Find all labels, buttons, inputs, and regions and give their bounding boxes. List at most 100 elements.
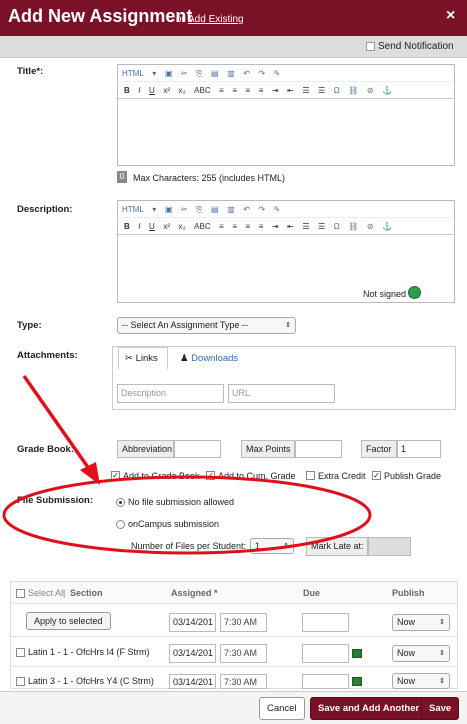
italic-icon[interactable]: I xyxy=(138,218,140,235)
select-all-label[interactable]: Select All xyxy=(28,588,65,598)
tab-downloads[interactable]: ♟ Downloads xyxy=(180,353,238,364)
unlink-icon[interactable]: ⊘ xyxy=(367,218,374,235)
row-checkbox[interactable] xyxy=(16,677,25,686)
justify-icon[interactable]: ≡ xyxy=(259,82,264,99)
select-all-checkbox[interactable] xyxy=(16,589,25,598)
format-icon[interactable]: ▾ xyxy=(152,65,156,82)
subscript-icon[interactable]: x₂ xyxy=(179,82,186,99)
edit-icon[interactable]: ✎ xyxy=(274,201,281,218)
send-notification-checkbox[interactable] xyxy=(366,42,375,51)
number-list-icon[interactable]: ☰ xyxy=(318,218,325,235)
indent-icon[interactable]: ⇥ xyxy=(272,82,279,99)
underline-icon[interactable]: U xyxy=(149,82,155,99)
number-list-icon[interactable]: ☰ xyxy=(318,82,325,99)
calendar-icon[interactable] xyxy=(352,649,362,658)
html-icon[interactable]: HTML xyxy=(122,65,144,82)
align-right-icon[interactable]: ≡ xyxy=(246,82,251,99)
due-date-input[interactable] xyxy=(302,613,349,632)
extra-credit-checkbox[interactable] xyxy=(306,471,315,480)
align-right-icon[interactable]: ≡ xyxy=(246,218,251,235)
format-icon[interactable]: ▾ xyxy=(152,201,156,218)
grammar-check-icon[interactable] xyxy=(408,286,421,299)
underline-icon[interactable]: U xyxy=(149,218,155,235)
link-icon[interactable]: ⛓ xyxy=(348,218,358,235)
bullet-list-icon[interactable]: ☰ xyxy=(302,82,309,99)
cut-icon[interactable]: ✂ xyxy=(181,201,188,218)
publish-grade-checkbox[interactable]: ✓ xyxy=(372,471,381,480)
assigned-time-input[interactable]: 7:30 AM xyxy=(220,644,267,663)
title-editor[interactable]: HTML ▾ ▣ ✂ ⎘ ▤ ▥ ↶ ↷ ✎ B I U x² x₂ ABC ≡… xyxy=(117,64,455,166)
abbreviation-input[interactable] xyxy=(174,440,221,458)
add-to-grade-book-checkbox[interactable]: ✓ xyxy=(111,471,120,480)
save-button[interactable]: Save xyxy=(421,697,460,720)
mark-late-input[interactable] xyxy=(368,537,411,556)
redo-icon[interactable]: ↷ xyxy=(258,65,265,82)
outdent-icon[interactable]: ⇤ xyxy=(287,218,294,235)
due-date-input[interactable] xyxy=(302,644,349,663)
copy-icon[interactable]: ⎘ xyxy=(196,65,202,82)
superscript-icon[interactable]: x² xyxy=(163,82,170,99)
strikethrough-icon[interactable]: ABC xyxy=(194,82,210,99)
link-url-input[interactable]: URL xyxy=(228,384,335,403)
strikethrough-icon[interactable]: ABC xyxy=(194,218,210,235)
oncampus-submission-radio[interactable] xyxy=(116,520,125,529)
assigned-date-input[interactable]: 03/14/201 xyxy=(169,644,216,663)
align-center-icon[interactable]: ≡ xyxy=(232,82,237,99)
paste-icon[interactable]: ▤ xyxy=(211,65,219,82)
tab-links[interactable]: ✂ Links xyxy=(118,347,168,369)
image-icon[interactable]: ▣ xyxy=(165,65,173,82)
add-to-cum-grade-checkbox[interactable]: ✓ xyxy=(206,471,215,480)
bullet-list-icon[interactable]: ☰ xyxy=(302,218,309,235)
link-description-input[interactable]: Description xyxy=(117,384,224,403)
superscript-icon[interactable]: x² xyxy=(163,218,170,235)
anchor-icon[interactable]: ⚓ xyxy=(382,82,392,99)
subscript-icon[interactable]: x₂ xyxy=(179,218,186,235)
assignment-type-select[interactable]: -- Select An Assignment Type -- ⇕ xyxy=(117,317,296,334)
assigned-date-input[interactable]: 03/14/201 xyxy=(169,613,216,632)
paste-text-icon[interactable]: ▥ xyxy=(227,201,235,218)
publish-select[interactable]: Now ⇕ xyxy=(392,614,450,631)
anchor-icon[interactable]: ⚓ xyxy=(382,218,392,235)
special-char-icon[interactable]: Ω xyxy=(334,218,340,235)
undo-icon[interactable]: ↶ xyxy=(243,65,250,82)
num-files-select[interactable]: 1 ⇕ xyxy=(250,538,294,554)
redo-icon[interactable]: ↷ xyxy=(258,201,265,218)
align-left-icon[interactable]: ≡ xyxy=(219,82,224,99)
assigned-time-input[interactable]: 7:30 AM xyxy=(220,613,267,632)
unlink-icon[interactable]: ⊘ xyxy=(367,82,374,99)
add-existing-link[interactable]: Add Existing xyxy=(188,14,244,25)
apply-to-selected-button[interactable]: Apply to selected xyxy=(26,612,111,630)
max-points-input[interactable] xyxy=(295,440,342,458)
outdent-icon[interactable]: ⇤ xyxy=(287,82,294,99)
row-checkbox[interactable] xyxy=(16,648,25,657)
no-file-submission-radio[interactable] xyxy=(116,498,125,507)
indent-icon[interactable]: ⇥ xyxy=(272,218,279,235)
copy-icon[interactable]: ⎘ xyxy=(196,201,202,218)
due-date-input[interactable] xyxy=(302,674,349,689)
align-center-icon[interactable]: ≡ xyxy=(232,218,237,235)
cancel-button[interactable]: Cancel xyxy=(259,697,305,720)
html-icon[interactable]: HTML xyxy=(122,201,144,218)
align-left-icon[interactable]: ≡ xyxy=(219,218,224,235)
assigned-time-input[interactable]: 7:30 AM xyxy=(220,674,267,689)
paste-text-icon[interactable]: ▥ xyxy=(227,65,235,82)
publish-select[interactable]: Now ⇕ xyxy=(392,645,450,662)
publish-select[interactable]: Now ⇕ xyxy=(392,673,450,689)
assigned-date-input[interactable]: 03/14/201 xyxy=(169,674,216,689)
bold-icon[interactable]: B xyxy=(124,82,130,99)
edit-icon[interactable]: ✎ xyxy=(274,65,281,82)
paste-icon[interactable]: ▤ xyxy=(211,201,219,218)
bold-icon[interactable]: B xyxy=(124,218,130,235)
calendar-icon[interactable] xyxy=(352,677,362,686)
description-editor[interactable]: HTML ▾ ▣ ✂ ⎘ ▤ ▥ ↶ ↷ ✎ B I U x² x₂ ABC ≡… xyxy=(117,200,455,303)
save-and-add-another-button[interactable]: Save and Add Another xyxy=(310,697,428,720)
factor-input[interactable]: 1 xyxy=(397,440,441,458)
cut-icon[interactable]: ✂ xyxy=(181,65,188,82)
link-icon[interactable]: ⛓ xyxy=(348,82,358,99)
image-icon[interactable]: ▣ xyxy=(165,201,173,218)
italic-icon[interactable]: I xyxy=(138,82,140,99)
justify-icon[interactable]: ≡ xyxy=(259,218,264,235)
special-char-icon[interactable]: Ω xyxy=(334,82,340,99)
undo-icon[interactable]: ↶ xyxy=(243,201,250,218)
close-icon[interactable]: × xyxy=(446,7,455,25)
